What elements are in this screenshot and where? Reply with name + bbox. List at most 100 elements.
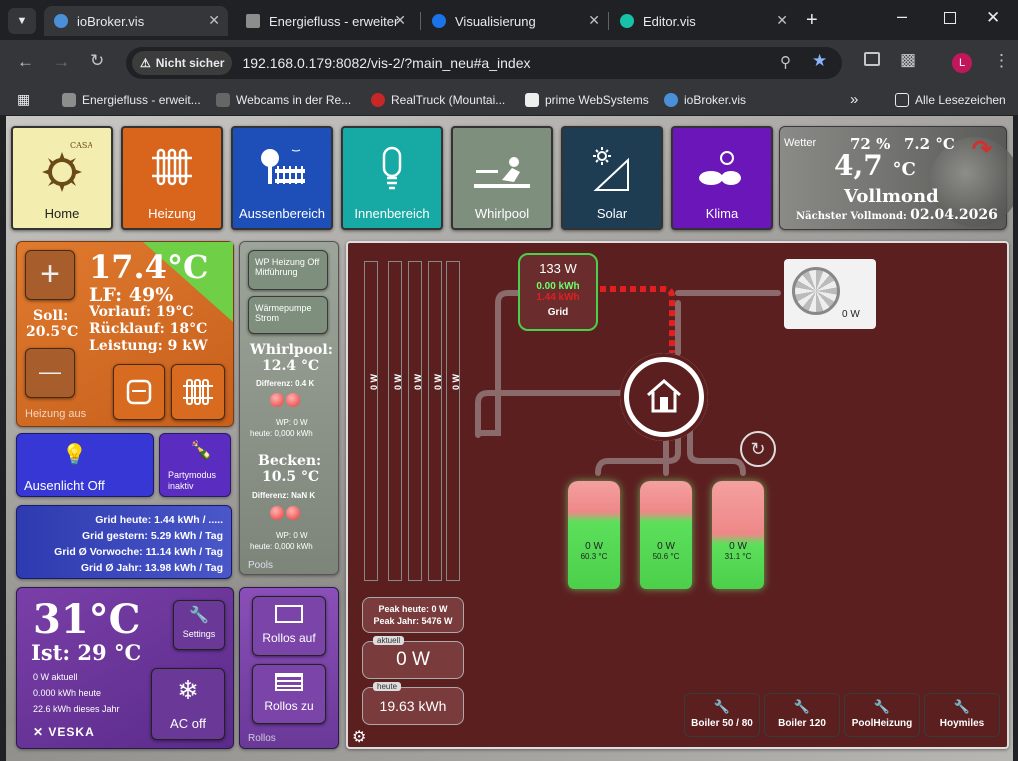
wp-heizung-button[interactable]: WP Heizung Off Mitführung — [248, 250, 328, 290]
bookmark-realtruck[interactable]: RealTruck (Mountai... — [371, 93, 505, 107]
maximize-window-icon[interactable] — [944, 12, 956, 24]
boiler-50-80-button[interactable]: 🔧 Boiler 50 / 80 — [684, 693, 760, 737]
heating-plus-button[interactable]: + — [25, 250, 75, 300]
bookmark-iobroker[interactable]: ioBroker.vis — [664, 93, 746, 107]
next-moon-label: Nächster Vollmond: — [796, 211, 907, 222]
today-tag: heute — [373, 682, 402, 691]
menu-kebab-icon[interactable]: ⋮ — [993, 51, 1010, 71]
nav-tile-innenbereich[interactable]: Innenbereich — [341, 126, 443, 230]
settings-gear-icon[interactable]: ⚙ — [352, 727, 366, 747]
pools-footer: Pools — [248, 560, 274, 571]
close-tab-icon[interactable]: ✕ — [394, 12, 406, 29]
nav-tile-whirlpool[interactable]: Whirlpool — [451, 126, 553, 230]
power-bar: 0 W — [364, 261, 379, 581]
nav-tile-heizung[interactable]: Heizung — [121, 126, 223, 230]
heating-lf: LF: 49% — [89, 284, 174, 306]
heating-minus-button[interactable]: — — [25, 348, 75, 398]
bookmark-star-icon[interactable]: ★ — [812, 51, 827, 71]
tank-power: 0 W — [729, 541, 747, 552]
rollos-up-button[interactable]: Rollos auf — [252, 596, 326, 656]
tab-editor-vis[interactable]: Editor.vis ✕ — [610, 6, 796, 36]
nav-tile-aussenbereich[interactable]: Aussenbereich — [231, 126, 333, 230]
soll-value: 20.5°C — [26, 324, 79, 340]
boiler-120-button[interactable]: 🔧 Boiler 120 — [764, 693, 840, 737]
today-value: 19.63 kWh — [379, 698, 447, 714]
bookmark-prime-websystems[interactable]: prime WebSystems — [525, 93, 649, 107]
minimize-window-icon[interactable]: – — [897, 6, 907, 27]
pool-heizung-button[interactable]: 🔧 PoolHeizung — [844, 693, 920, 737]
tab-visualisierung[interactable]: Visualisierung ✕ — [422, 6, 608, 36]
boiler-button[interactable] — [113, 364, 165, 420]
all-bookmarks-folder[interactable]: Alle Lesezeichen — [895, 93, 1006, 107]
ac-outdoor-unit[interactable]: 0 W — [784, 259, 876, 329]
grid-box[interactable]: 133 W 0.00 kWh 1.44 kWh Grid — [518, 253, 598, 331]
red-lamp-icon — [270, 506, 284, 520]
current-power-box: aktuell 0 W — [362, 636, 464, 679]
water-tank[interactable]: 0 W 31.1 °C — [712, 481, 764, 589]
close-window-icon[interactable]: ✕ — [986, 8, 1000, 28]
tab-separator — [608, 12, 609, 30]
address-bar[interactable]: ⚠ Nicht sicher 192.168.0.179:8082/vis-2/… — [126, 47, 842, 79]
rollos-panel: Rollos auf Rollos zu Rollos — [239, 587, 339, 749]
ac-settings-button[interactable]: 🔧 Settings — [173, 600, 225, 650]
bookmark-energiefluss[interactable]: Energiefluss - erweit... — [62, 93, 201, 107]
whirlpool-title: Whirlpool: — [250, 342, 333, 358]
rollos-down-button[interactable]: Rollos zu — [252, 664, 326, 724]
editor-favicon-icon — [620, 14, 634, 28]
more-bookmarks-icon[interactable]: » — [850, 91, 858, 108]
power-bar-label: 0 W — [433, 373, 444, 391]
power-bar-label: 0 W — [393, 373, 404, 391]
rollos-up-label: Rollos auf — [262, 631, 316, 645]
refresh-arrow-icon[interactable]: ↷ — [972, 135, 992, 164]
tools-icon: 🔧 — [713, 699, 731, 714]
tab-iobroker-vis[interactable]: ioBroker.vis ✕ — [44, 6, 228, 36]
apps-grid-icon[interactable]: ▦ — [17, 91, 30, 108]
nav-tile-klima[interactable]: Klima — [671, 126, 773, 230]
bookmark-webcams[interactable]: Webcams in der Re... — [216, 93, 351, 107]
tank-temp: 60.3 °C — [580, 552, 608, 561]
veska-logo: ✕ VESKA — [33, 725, 95, 739]
waermepumpe-button[interactable]: Wärmepumpe Strom — [248, 296, 328, 334]
back-arrow-icon[interactable]: ← — [17, 52, 34, 72]
weather-widget[interactable]: Wetter 72 % 7.2 °C 4,7 °C Vollmond Nächs… — [779, 126, 1013, 230]
url-text: 192.168.0.179:8082/vis-2/?main_neu#a_ind… — [242, 55, 531, 71]
button-label: Boiler 120 — [778, 718, 826, 729]
nav-tile-solar[interactable]: Solar — [561, 126, 663, 230]
nav-tile-home[interactable]: CASA SOL Home — [11, 126, 113, 230]
hoymiles-button[interactable]: 🔧 Hoymiles — [924, 693, 1000, 737]
next-moon-date: 02.04.2026 — [910, 207, 998, 223]
soll-label: Soll: — [33, 308, 69, 324]
profile-avatar[interactable]: L — [952, 53, 972, 73]
party-mode-button[interactable]: 🍾 Partymodus inaktiv — [159, 433, 231, 497]
house-node[interactable] — [620, 353, 708, 441]
water-tank[interactable]: 0 W 50.6 °C — [640, 481, 692, 589]
climate-icon — [699, 147, 741, 185]
tab-bar: ▼ ioBroker.vis ✕ Energiefluss - erweiter… — [0, 0, 1018, 40]
new-tab-icon[interactable]: + — [806, 9, 818, 32]
grid-export: 0.00 kWh — [536, 281, 580, 292]
extensions-icon[interactable]: ▩ — [900, 50, 916, 70]
ac-off-button[interactable]: ❄ AC off — [151, 668, 225, 740]
close-tab-icon[interactable]: ✕ — [208, 12, 220, 29]
close-tab-icon[interactable]: ✕ — [588, 12, 600, 29]
tab-energiefluss[interactable]: Energiefluss - erweiter ✕ — [236, 6, 414, 36]
radiator-button[interactable] — [171, 364, 225, 420]
vis-dashboard: CASA SOL Home Heizung Aussenbereich Inne… — [6, 116, 1013, 761]
folder-icon — [895, 93, 909, 107]
button-label: Hoymiles — [939, 718, 985, 729]
nav-label: Solar — [596, 206, 628, 221]
forward-arrow-icon[interactable]: → — [53, 52, 70, 72]
webcam-bookmark-icon — [216, 93, 230, 107]
bookmark-label: Energiefluss - erweit... — [82, 93, 201, 107]
ac-panel: 31°C Ist: 29 °C 0 W aktuell 0.000 kWh he… — [16, 587, 234, 749]
close-tab-icon[interactable]: ✕ — [776, 12, 788, 29]
cast-icon[interactable] — [864, 52, 880, 66]
tab-search-button[interactable]: ▼ — [8, 8, 36, 34]
water-tank[interactable]: 0 W 60.3 °C — [568, 481, 620, 589]
peak-today: Peak heute: 0 W — [378, 604, 448, 614]
zoom-icon[interactable]: ⚲ — [780, 53, 791, 71]
outdoor-light-button[interactable]: 💡 Ausenlicht Off — [16, 433, 154, 497]
reload-icon[interactable]: ↻ — [90, 51, 104, 71]
rotate-dial-icon[interactable]: ↻ — [740, 431, 776, 467]
security-chip[interactable]: ⚠ Nicht sicher — [132, 51, 233, 75]
